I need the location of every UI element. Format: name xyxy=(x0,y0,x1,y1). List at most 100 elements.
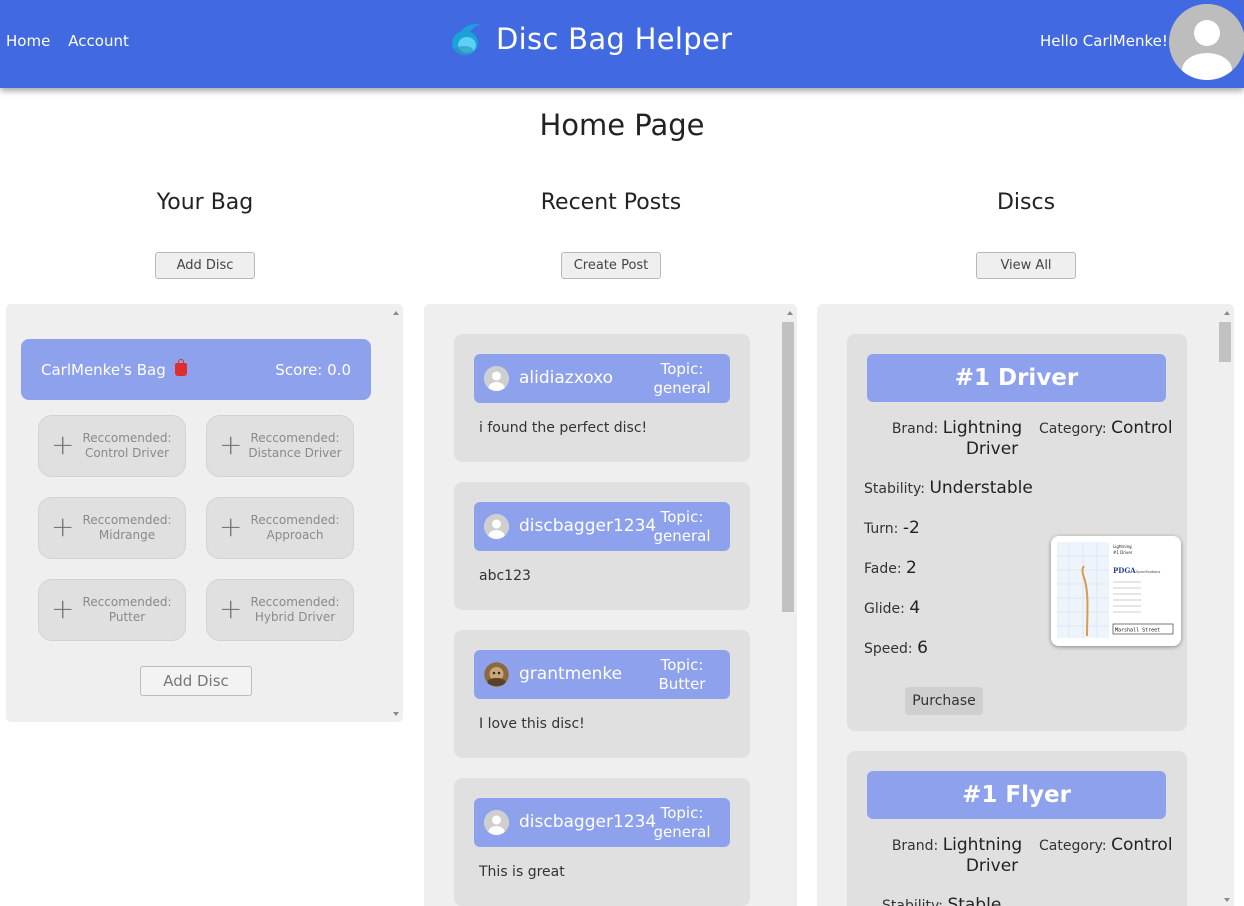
rec-label: Reccomended: xyxy=(250,431,340,445)
topic-label: Topic: xyxy=(660,360,704,378)
post-username[interactable]: discbagger1234 xyxy=(519,812,656,832)
purchase-button[interactable]: Purchase xyxy=(905,687,983,715)
disc-speed: Speed: 6 xyxy=(864,638,928,658)
disc-flight-chart-image[interactable]: Lightning #1 Driver PDGA Specifications … xyxy=(1051,536,1181,646)
rec-label: Reccomended: xyxy=(250,513,340,527)
recommended-slot[interactable]: + Reccomended: Putter xyxy=(38,579,186,641)
post-body: abc123 xyxy=(479,568,531,584)
brand: Disc Bag Helper xyxy=(450,22,732,56)
user-photo-avatar-icon xyxy=(484,662,509,687)
turn-label: Turn: xyxy=(864,521,899,537)
glide-value: 4 xyxy=(909,598,921,618)
add-disc-button[interactable]: Add Disc xyxy=(155,252,255,279)
disc-card[interactable]: #1 Driver Brand: Lightning Driver Catego… xyxy=(847,334,1187,731)
stability-label: Stability: xyxy=(864,481,925,497)
user-avatar-icon xyxy=(484,366,509,391)
category-label: Category: xyxy=(1039,838,1107,854)
stability-value: Stable xyxy=(947,895,1002,906)
post-card[interactable]: grantmenke Topic: Butter I love this disc… xyxy=(454,630,750,758)
shopping-bag-icon xyxy=(174,359,187,376)
rec-type: Putter xyxy=(108,610,146,624)
user-avatar[interactable] xyxy=(1169,4,1244,80)
bag-score: Score: 0.0 xyxy=(275,361,351,379)
brand-value-2: Driver xyxy=(965,856,1019,876)
create-post-button[interactable]: Create Post xyxy=(561,252,661,279)
default-avatar-icon xyxy=(1169,4,1244,80)
topic-value: general xyxy=(653,823,711,841)
disc-turn: Turn: -2 xyxy=(864,518,920,538)
discs-heading: Discs xyxy=(996,190,1056,215)
svg-text:Marshall Street: Marshall Street xyxy=(1115,628,1160,634)
posts-scroll-thumb[interactable] xyxy=(782,322,794,612)
your-bag-heading: Your Bag xyxy=(156,190,254,215)
stability-label: Stability: xyxy=(882,898,943,906)
post-header: grantmenke Topic: Butter xyxy=(474,650,730,699)
recommended-slot[interactable]: + Reccomended: Control Driver xyxy=(38,415,186,477)
logo-icon xyxy=(452,24,481,55)
post-username[interactable]: discbagger1234 xyxy=(519,516,656,536)
disc-fade: Fade: 2 xyxy=(864,558,917,578)
rec-label: Reccomended: xyxy=(82,595,172,609)
recent-posts-heading: Recent Posts xyxy=(540,190,682,215)
speed-value: 6 xyxy=(917,638,928,658)
plus-icon: + xyxy=(219,428,243,461)
user-avatar-icon xyxy=(484,514,509,539)
disc-category: Category: Control xyxy=(1039,835,1173,855)
user-greeting: Hello CarlMenke! xyxy=(1040,32,1168,50)
top-navbar: Home Account Disc Bag Helper Hello CarlM… xyxy=(0,0,1244,88)
post-card[interactable]: alidiazxoxo Topic: general i found the pe… xyxy=(454,334,750,462)
brand-value-2: Driver xyxy=(965,439,1019,459)
topic-label: Topic: xyxy=(660,656,704,674)
topic-label: Topic: xyxy=(660,508,704,526)
post-body: This is great xyxy=(479,864,565,880)
category-value: Control xyxy=(1111,418,1173,438)
post-card[interactable]: discbagger1234 Topic: general abc123 xyxy=(454,482,750,610)
post-topic: Topic: general xyxy=(644,508,720,546)
brand-value: Lightning xyxy=(942,835,1023,855)
recommended-slot[interactable]: + Reccomended: Hybrid Driver xyxy=(206,579,354,641)
disc-stability: Stability: Stable xyxy=(882,895,1001,906)
app-title: Disc Bag Helper xyxy=(496,22,733,56)
disc-card[interactable]: #1 Flyer Brand: Lightning Driver Categor… xyxy=(847,751,1187,906)
posts-scrollbar[interactable] xyxy=(782,304,797,906)
discs-scrollbar[interactable] xyxy=(1219,304,1234,906)
brand-value: Lightning xyxy=(942,418,1023,438)
disc-category: Category: Control xyxy=(1039,418,1173,438)
svg-text:Specifications: Specifications xyxy=(1136,570,1160,574)
rec-label: Reccomended: xyxy=(82,431,172,445)
post-card[interactable]: discbagger1234 Topic: general This is gre… xyxy=(454,778,750,906)
nav-home-link[interactable]: Home xyxy=(6,32,50,50)
rec-type: Distance Driver xyxy=(248,446,342,460)
post-topic: Topic: general xyxy=(644,360,720,398)
bag-add-disc-button[interactable]: Add Disc xyxy=(140,666,252,696)
category-value: Control xyxy=(1111,835,1173,855)
view-all-button[interactable]: View All xyxy=(976,252,1076,279)
recommended-slot[interactable]: + Reccomended: Midrange xyxy=(38,497,186,559)
plus-icon: + xyxy=(219,510,243,543)
rec-type: Midrange xyxy=(98,528,156,542)
post-body: i found the perfect disc! xyxy=(479,420,648,436)
post-body: I love this disc! xyxy=(479,716,585,732)
plus-icon: + xyxy=(51,510,75,543)
post-username[interactable]: alidiazxoxo xyxy=(519,368,613,388)
post-topic: Topic: general xyxy=(644,804,720,842)
recommended-slot[interactable]: + Reccomended: Distance Driver xyxy=(206,415,354,477)
nav-account-link[interactable]: Account xyxy=(68,32,129,50)
svg-text:PDGA: PDGA xyxy=(1113,566,1136,575)
turn-value: -2 xyxy=(902,518,920,538)
discs-scroll-thumb[interactable] xyxy=(1219,322,1231,362)
user-avatar-icon xyxy=(484,810,509,835)
rec-type: Approach xyxy=(266,528,324,542)
bag-scrollbar[interactable] xyxy=(389,304,403,722)
rec-type: Control Driver xyxy=(84,446,170,460)
post-username[interactable]: grantmenke xyxy=(519,664,622,684)
svg-text:Lightning: Lightning xyxy=(1113,544,1132,549)
bag-header[interactable]: CarlMenke's Bag Score: 0.0 xyxy=(21,339,371,400)
recommended-slot[interactable]: + Reccomended: Approach xyxy=(206,497,354,559)
post-header: discbagger1234 Topic: general xyxy=(474,798,730,847)
bag-panel: CarlMenke's Bag Score: 0.0 + Reccomended… xyxy=(6,304,403,722)
svg-text:#1 Driver: #1 Driver xyxy=(1113,550,1133,555)
topic-value: general xyxy=(653,527,711,545)
post-header: alidiazxoxo Topic: general xyxy=(474,354,730,403)
fade-label: Fade: xyxy=(864,561,902,577)
